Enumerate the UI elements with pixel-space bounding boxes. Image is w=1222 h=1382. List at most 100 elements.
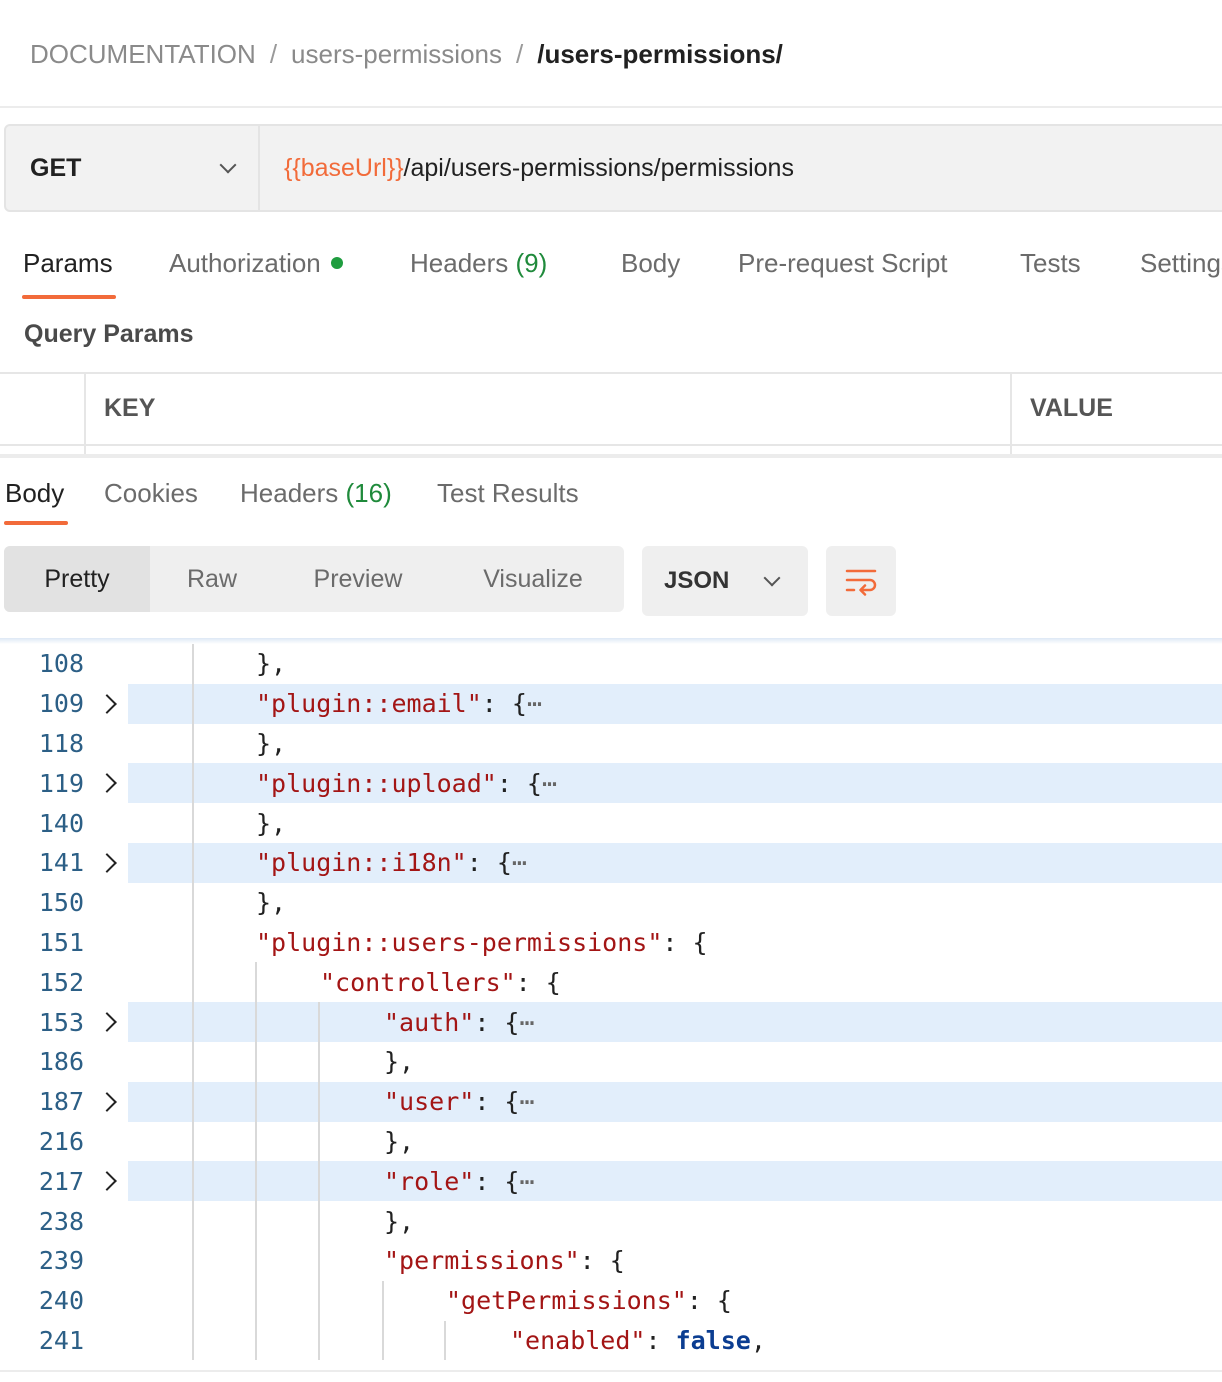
punctuation: : { [579, 1246, 625, 1276]
tab-tests[interactable]: Tests [1020, 248, 1081, 279]
line-number: 187 [38, 1087, 84, 1117]
tab-headers[interactable]: Headers (9) [410, 248, 547, 279]
line-number: 119 [38, 768, 84, 798]
pane-resize-handle[interactable] [0, 454, 1222, 458]
folded-ellipsis-icon[interactable]: ⋯ [512, 848, 527, 877]
code-line: 108}, [0, 644, 1222, 684]
folded-ellipsis-icon[interactable]: ⋯ [519, 1087, 534, 1116]
request-url-bar: GET {{baseUrl}}/api/users-permissions/pe… [4, 124, 1222, 212]
view-pretty-button[interactable]: Pretty [4, 546, 150, 612]
response-tab-headers[interactable]: Headers (16) [240, 478, 392, 509]
code-text: "auth": {⋯ [384, 1008, 535, 1037]
tab-authorization-label: Authorization [169, 248, 321, 278]
json-key: "user" [384, 1087, 475, 1117]
punctuation: : { [466, 848, 512, 878]
column-divider [84, 374, 86, 458]
tab-prerequest-script[interactable]: Pre-request Script [738, 248, 948, 279]
query-params-title: Query Params [24, 320, 194, 348]
json-boolean: false [675, 1325, 751, 1355]
view-raw-button[interactable]: Raw [150, 546, 274, 612]
code-line: 152 "controllers": { [0, 962, 1222, 1002]
response-tab-cookies[interactable]: Cookies [104, 478, 198, 509]
code-text: }, [256, 809, 286, 838]
tab-settings[interactable]: Settings [1140, 248, 1222, 279]
json-key: "plugin::i18n" [256, 848, 467, 878]
punctuation: }, [256, 888, 287, 918]
method-select[interactable]: GET [6, 126, 260, 210]
status-dot-icon [330, 257, 343, 270]
code-line: 151 "plugin::users-permissions": { [0, 923, 1222, 963]
punctuation: }, [256, 728, 287, 758]
breadcrumb: DOCUMENTATION / users-permissions / /use… [30, 36, 783, 72]
json-key: "plugin::email" [256, 689, 482, 719]
response-tab-test-results[interactable]: Test Results [437, 478, 579, 509]
code-text: "role": {⋯ [384, 1167, 535, 1196]
code-line: 118}, [0, 724, 1222, 764]
line-number: 152 [38, 967, 84, 997]
chevron-right-icon[interactable] [100, 1171, 120, 1191]
wrap-lines-button[interactable] [826, 546, 896, 616]
response-tab-headers-label: Headers [240, 478, 339, 508]
response-body-editor[interactable]: 108}, 109 "plugin::email": {⋯ 118}, 119 "plug… [0, 644, 1222, 1360]
chevron-right-icon[interactable] [100, 1012, 120, 1032]
code-line: 239 "permissions": { [0, 1241, 1222, 1281]
key-column-header: KEY [104, 394, 156, 422]
code-line: 216}, [0, 1122, 1222, 1162]
fold-highlight [128, 1081, 1222, 1122]
code-text: "user": {⋯ [384, 1087, 535, 1116]
tab-body[interactable]: Body [621, 248, 680, 279]
folded-ellipsis-icon[interactable]: ⋯ [542, 769, 557, 798]
code-text: "plugin::users-permissions": { [256, 928, 708, 957]
punctuation: : [645, 1325, 676, 1355]
line-number: 238 [38, 1206, 84, 1236]
chevron-right-icon[interactable] [100, 853, 120, 873]
tab-authorization[interactable]: Authorization [169, 248, 343, 279]
json-key: "plugin::users-permissions" [256, 927, 663, 957]
code-text: }, [384, 1047, 414, 1076]
view-preview-button[interactable]: Preview [274, 546, 442, 612]
url-input[interactable]: {{baseUrl}}/api/users-permissions/permis… [260, 126, 1222, 210]
indent-guide [444, 1320, 446, 1360]
code-line-folded: 217 "role": {⋯ [0, 1161, 1222, 1202]
line-number: 141 [38, 848, 84, 878]
header-divider [0, 106, 1222, 108]
breadcrumb-folder[interactable]: users-permissions [291, 39, 502, 70]
line-number: 118 [38, 728, 84, 758]
query-params-table: KEY VALUE [0, 372, 1222, 458]
breadcrumb-current[interactable]: /users-permissions/ [537, 39, 783, 70]
folded-ellipsis-icon[interactable]: ⋯ [519, 1008, 534, 1037]
active-response-tab-indicator [4, 521, 68, 525]
format-select[interactable]: JSON [642, 546, 808, 616]
line-number: 241 [38, 1325, 84, 1355]
punctuation: , [750, 1325, 766, 1355]
punctuation: : { [662, 927, 708, 957]
chevron-down-icon [764, 573, 780, 589]
code-line: 238}, [0, 1201, 1222, 1241]
chevron-right-icon[interactable] [100, 694, 120, 714]
breadcrumb-separator: / [269, 38, 278, 69]
tab-headers-count: (9) [515, 248, 548, 278]
view-visualize-button[interactable]: Visualize [442, 546, 624, 612]
chevron-right-icon[interactable] [100, 773, 120, 793]
fold-highlight [128, 1161, 1222, 1202]
folded-ellipsis-icon[interactable]: ⋯ [519, 1167, 534, 1196]
code-text: }, [256, 888, 286, 917]
line-number: 217 [38, 1166, 84, 1196]
line-number: 151 [38, 927, 84, 957]
tab-params[interactable]: Params [23, 248, 113, 279]
json-key: "getPermissions" [446, 1286, 687, 1316]
folded-ellipsis-icon[interactable]: ⋯ [527, 689, 542, 718]
code-text: "plugin::upload": {⋯ [256, 769, 557, 798]
response-tab-headers-count: (16) [345, 478, 392, 508]
response-tab-body[interactable]: Body [5, 478, 64, 509]
code-text: }, [384, 1207, 414, 1236]
code-line-folded: 109 "plugin::email": {⋯ [0, 683, 1222, 724]
chevron-right-icon[interactable] [100, 1092, 120, 1112]
punctuation: : { [515, 967, 561, 997]
code-text: "permissions": { [384, 1246, 625, 1275]
json-key: "permissions" [384, 1246, 580, 1276]
line-number: 140 [38, 808, 84, 838]
breadcrumb-root[interactable]: DOCUMENTATION [30, 39, 256, 70]
line-number: 216 [38, 1126, 84, 1156]
code-line: 150}, [0, 883, 1222, 923]
